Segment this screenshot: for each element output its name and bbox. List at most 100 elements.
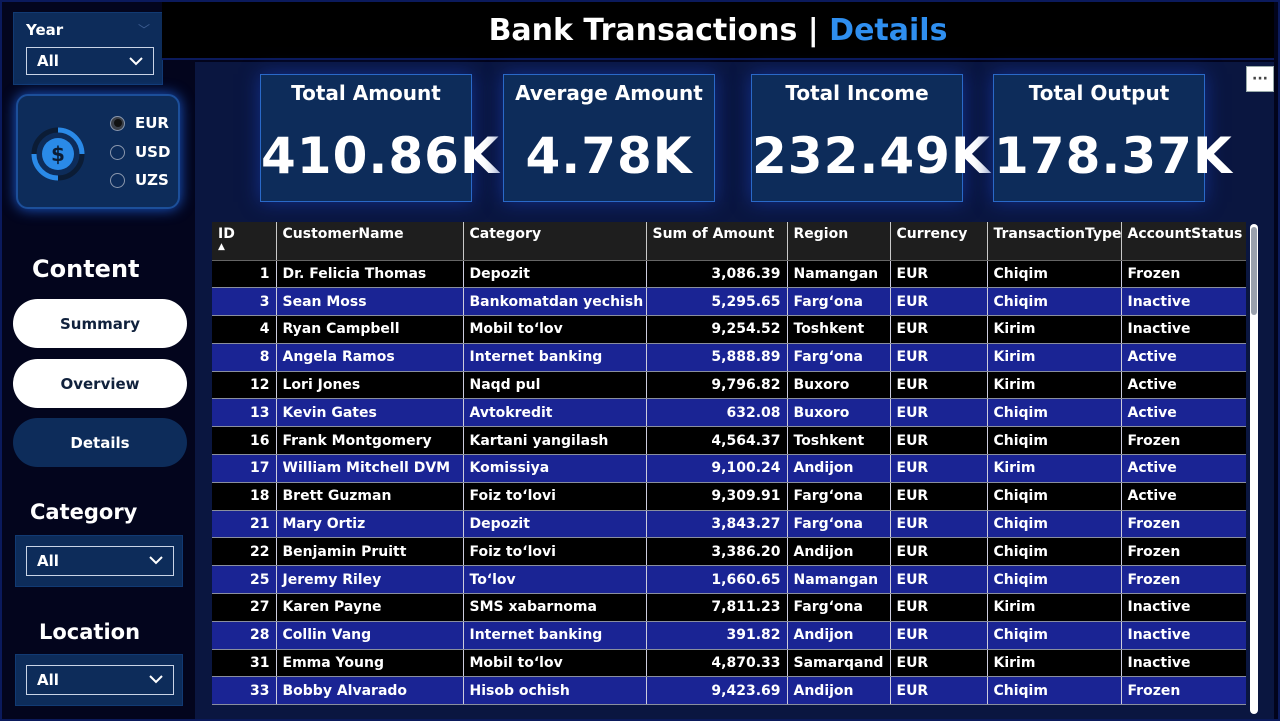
table-row[interactable]: 22 Benjamin Pruitt Foiz to‘lovi 3,386.20 And…: [212, 537, 1246, 567]
radio-icon: [110, 172, 125, 188]
cell-id: 25: [212, 565, 277, 595]
table-row[interactable]: 8 Angela Ramos Internet banking 5,888.89 Far…: [212, 343, 1246, 372]
cell-region: Toshkent: [787, 315, 891, 344]
cell-id: 21: [212, 510, 277, 539]
cell-transaction-type: Kirim: [987, 315, 1122, 344]
table-row[interactable]: 31 Emma Young Mobil to‘lov 4,870.33 Samarqan…: [212, 649, 1246, 678]
cell-transaction-type: Chiqim: [987, 482, 1122, 511]
cell-account-status: Frozen: [1121, 565, 1246, 595]
scrollbar-thumb[interactable]: [1251, 227, 1257, 315]
cell-region: Namangan: [787, 260, 891, 289]
column-header-label: ID: [218, 226, 235, 242]
cell-transaction-type: Chiqim: [987, 621, 1122, 650]
cell-category: SMS xabarnoma: [463, 593, 647, 622]
table-row[interactable]: 1 Dr. Felicia Thomas Depozit 3,086.39 Namang…: [212, 260, 1246, 289]
cell-category: Mobil to‘lov: [463, 315, 647, 344]
cell-sum-of-amount: 391.82: [646, 621, 788, 650]
currency-option-label: EUR: [135, 114, 169, 132]
cell-customer-name: Lori Jones: [276, 371, 464, 400]
column-header-customername[interactable]: CustomerName: [276, 222, 464, 261]
table-row[interactable]: 12 Lori Jones Naqd pul 9,796.82 Buxoro EUR Kir…: [212, 371, 1246, 400]
currency-option-label: USD: [135, 143, 171, 161]
year-slicer[interactable]: Year ﹀ All: [13, 12, 163, 85]
cell-id: 17: [212, 454, 277, 483]
cell-account-status: Active: [1121, 454, 1246, 483]
cell-customer-name: Jeremy Riley: [276, 565, 464, 595]
currency-option-eur[interactable]: EUR: [110, 114, 169, 132]
cell-category: To‘lov: [463, 565, 647, 595]
content-heading: Content: [32, 255, 140, 283]
cell-transaction-type: Chiqim: [987, 426, 1122, 456]
column-header-currency[interactable]: Currency: [890, 222, 988, 261]
table-row[interactable]: 16 Frank Montgomery Kartani yangilash 4,564…: [212, 426, 1246, 456]
cell-sum-of-amount: 1,660.65: [646, 565, 788, 595]
cell-customer-name: William Mitchell DVM: [276, 454, 464, 483]
cell-customer-name: Brett Guzman: [276, 482, 464, 511]
category-dropdown[interactable]: All: [26, 546, 174, 576]
kpi-value: 4.78K: [525, 127, 693, 185]
cell-region: Namangan: [787, 565, 891, 595]
cell-sum-of-amount: 5,888.89: [646, 343, 788, 372]
table-row[interactable]: 21 Mary Ortiz Depozit 3,843.27 Farg‘ona EUR Ch…: [212, 510, 1246, 539]
dollar-coin-icon: $: [31, 127, 85, 181]
cell-customer-name: Sean Moss: [276, 287, 464, 317]
cell-currency: EUR: [890, 621, 988, 650]
cell-sum-of-amount: 9,796.82: [646, 371, 788, 400]
cell-currency: EUR: [890, 426, 988, 456]
details-button[interactable]: Details: [13, 418, 187, 467]
cell-sum-of-amount: 5,295.65: [646, 287, 788, 317]
cell-account-status: Frozen: [1121, 510, 1246, 539]
table-row[interactable]: 25 Jeremy Riley To‘lov 1,660.65 Namangan EUR C…: [212, 565, 1246, 595]
column-header-id[interactable]: ID ▲: [212, 222, 277, 261]
radio-icon: [110, 144, 125, 160]
cell-id: 3: [212, 287, 277, 317]
chevron-down-icon: [129, 57, 143, 66]
table-row[interactable]: 17 William Mitchell DVM Komissiya 9,100.24 A…: [212, 454, 1246, 483]
location-dropdown[interactable]: All: [26, 665, 174, 695]
currency-option-uzs[interactable]: UZS: [110, 171, 169, 189]
cell-customer-name: Kevin Gates: [276, 398, 464, 428]
cell-id: 28: [212, 621, 277, 650]
currency-option-label: UZS: [135, 171, 169, 189]
cell-account-status: Inactive: [1121, 593, 1246, 622]
kpi-title: Total Output: [1028, 81, 1170, 105]
cell-account-status: Frozen: [1121, 537, 1246, 567]
summary-button[interactable]: Summary: [13, 299, 187, 348]
cell-transaction-type: Chiqim: [987, 565, 1122, 595]
svg-text:$: $: [51, 142, 65, 166]
table-scrollbar[interactable]: [1250, 224, 1258, 714]
cell-account-status: Active: [1121, 482, 1246, 511]
cell-account-status: Active: [1121, 371, 1246, 400]
cell-category: Hisob ochish: [463, 676, 647, 706]
location-slicer: All: [15, 654, 183, 706]
table-row[interactable]: 13 Kevin Gates Avtokredit 632.08 Buxoro EUR Ch…: [212, 398, 1246, 428]
page-title: Bank Transactions | Details: [162, 2, 1274, 60]
cell-sum-of-amount: 3,386.20: [646, 537, 788, 567]
cell-currency: EUR: [890, 593, 988, 622]
column-header-category[interactable]: Category: [463, 222, 647, 261]
year-dropdown[interactable]: All: [26, 47, 154, 75]
table-row[interactable]: 18 Brett Guzman Foiz to‘lovi 9,309.91 Farg‘o…: [212, 482, 1246, 511]
currency-option-usd[interactable]: USD: [110, 143, 170, 161]
overview-button[interactable]: Overview: [13, 359, 187, 408]
column-header-sum-of-amount[interactable]: Sum of Amount: [646, 222, 788, 261]
category-heading: Category: [30, 500, 138, 524]
table-row[interactable]: 28 Collin Vang Internet banking 391.82 Andij…: [212, 621, 1246, 650]
page-title-accent: Details: [829, 12, 948, 48]
cell-region: Buxoro: [787, 371, 891, 400]
cell-currency: EUR: [890, 287, 988, 317]
table-row[interactable]: 27 Karen Payne SMS xabarnoma 7,811.23 Farg‘o…: [212, 593, 1246, 622]
column-header-region[interactable]: Region: [787, 222, 891, 261]
table-row[interactable]: 3 Sean Moss Bankomatdan yechish 5,295.65 Far…: [212, 287, 1246, 317]
column-header-transactiontype[interactable]: TransactionType: [987, 222, 1122, 261]
column-header-accountstatus[interactable]: AccountStatus: [1121, 222, 1246, 261]
table-header-row: ID ▲ CustomerName Category Sum of Amount …: [212, 222, 1246, 261]
cell-sum-of-amount: 9,254.52: [646, 315, 788, 344]
kpi-value: 178.37K: [994, 127, 1233, 185]
more-options-button[interactable]: ···: [1246, 66, 1274, 92]
table-row[interactable]: 33 Bobby Alvarado Hisob ochish 9,423.69 Andi…: [212, 676, 1246, 706]
table-row[interactable]: 4 Ryan Campbell Mobil to‘lov 9,254.52 Toshke…: [212, 315, 1246, 344]
cell-account-status: Frozen: [1121, 260, 1246, 289]
cell-category: Mobil to‘lov: [463, 649, 647, 678]
cell-id: 4: [212, 315, 277, 344]
